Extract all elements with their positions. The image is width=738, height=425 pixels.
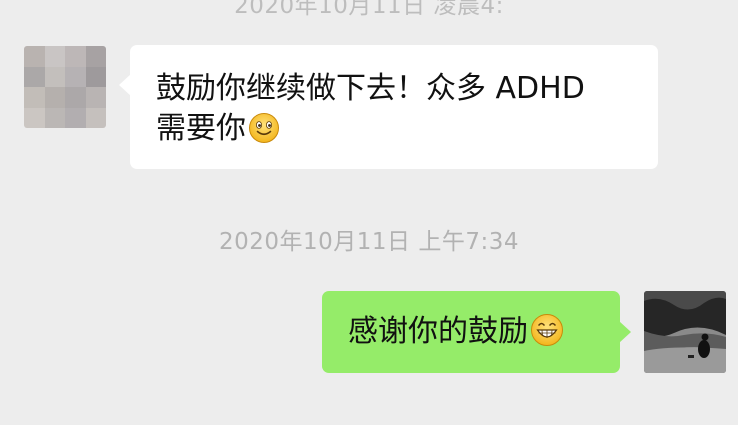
- contact-avatar[interactable]: [24, 46, 106, 128]
- incoming-message-text: 需要你: [156, 111, 246, 146]
- smile-emoji-icon: [248, 112, 280, 155]
- pixelated-avatar-image: [24, 46, 106, 128]
- grin-emoji-icon: [530, 313, 564, 358]
- outgoing-message-bubble[interactable]: 感谢你的鼓励: [322, 291, 631, 373]
- outgoing-message-line: 感谢你的鼓励: [348, 312, 620, 358]
- incoming-message-line-1: 鼓励你继续做下去！众多 ADHD: [156, 71, 585, 106]
- incoming-message-bubble[interactable]: 鼓励你继续做下去！众多 ADHD 需要你: [119, 45, 658, 169]
- outgoing-message-text: 感谢你的鼓励: [348, 314, 528, 349]
- timestamp-top: 2020年10月11日 凌晨4:: [234, 0, 504, 19]
- my-avatar[interactable]: [644, 291, 726, 373]
- landscape-photo-avatar: [644, 291, 726, 373]
- timestamp-middle: 2020年10月11日 上午7:34: [218, 229, 520, 255]
- incoming-message-line-2: 需要你: [156, 109, 638, 155]
